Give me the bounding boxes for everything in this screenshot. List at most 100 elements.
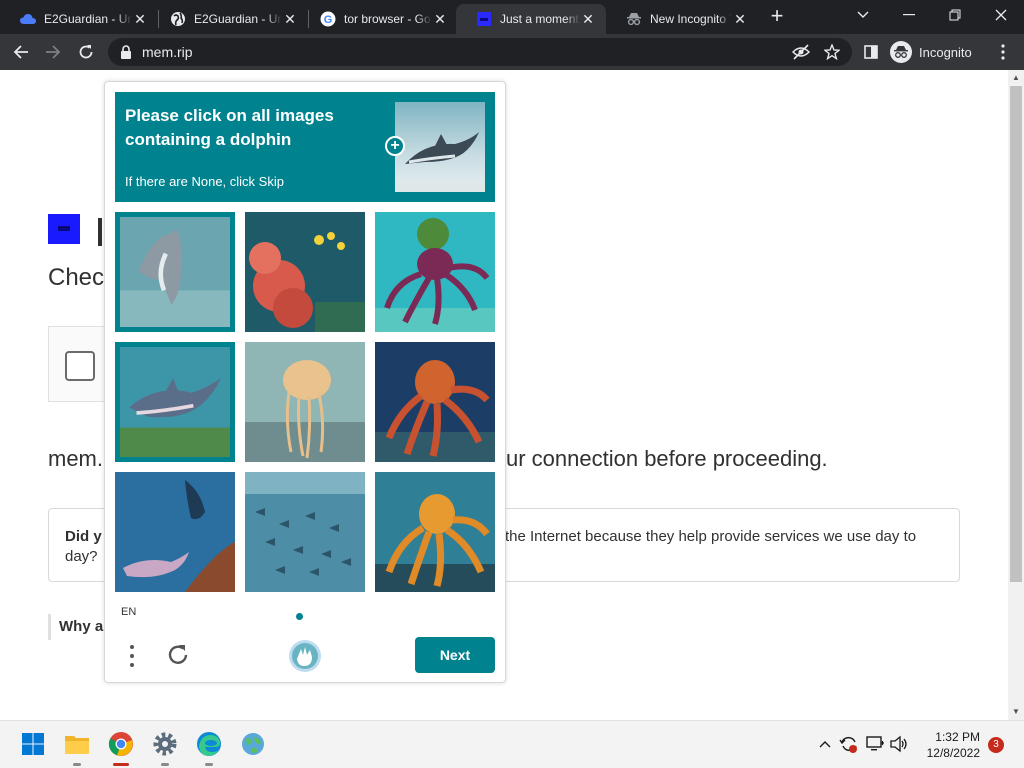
close-icon [995, 9, 1007, 21]
heading-fragment [98, 218, 102, 246]
network-app-button[interactable] [238, 729, 268, 759]
reload-button[interactable] [73, 39, 99, 65]
side-panel-button[interactable] [858, 39, 884, 65]
kebab-menu-icon [1001, 44, 1005, 60]
volume-button[interactable] [888, 733, 910, 755]
show-hidden-icons-button[interactable] [814, 733, 836, 755]
incognito-icon [626, 11, 642, 27]
address-bar[interactable]: mem.rip [108, 38, 852, 66]
example-image[interactable] [395, 102, 485, 192]
jellyfish-image [245, 342, 365, 462]
page-text-left: mem. [48, 446, 103, 471]
edge-icon [197, 732, 221, 756]
image-grid [115, 212, 495, 592]
close-icon[interactable]: ✕ [432, 11, 448, 28]
info-text-left: day? [65, 548, 98, 565]
gear-icon [153, 732, 177, 756]
tab-tor-browser-google[interactable]: G tor browser - Go ✕ [300, 4, 458, 34]
tab-search-button[interactable] [840, 0, 886, 30]
close-icon[interactable]: ✕ [132, 11, 148, 28]
lock-icon [121, 45, 131, 59]
chrome-button[interactable] [106, 729, 136, 759]
url-text: mem.rip [142, 44, 193, 60]
restore-button[interactable] [932, 0, 978, 30]
expand-example-icon[interactable]: + [385, 136, 405, 156]
image-tile-coral-reef[interactable] [245, 212, 365, 332]
sync-status-button[interactable] [838, 733, 860, 755]
browser-toolbar: mem.rip Incognito [0, 34, 1024, 70]
file-explorer-button[interactable] [62, 729, 92, 759]
settings-button[interactable] [150, 729, 180, 759]
notification-badge[interactable]: 3 [988, 737, 1004, 753]
minimize-button[interactable] [886, 0, 932, 30]
scroll-thumb[interactable] [1010, 86, 1022, 582]
close-window-button[interactable] [978, 0, 1024, 30]
scroll-up-arrow[interactable]: ▲ [1008, 70, 1024, 86]
clock-date: 12/8/2022 [926, 746, 980, 760]
reload-icon [79, 45, 93, 59]
image-tile-jellyfish[interactable] [245, 342, 365, 462]
tab-e2guardian-1[interactable]: E2Guardian - Un ✕ [0, 4, 158, 34]
system-clock[interactable]: 1:32 PM 12/8/2022 [910, 729, 980, 761]
info-text-right: the Internet because they help provide s… [505, 528, 917, 545]
image-tile-fish-school[interactable] [245, 472, 365, 592]
tab-e2guardian-2[interactable]: E2Guardian - Un ✕ [150, 4, 308, 34]
tab-just-a-moment[interactable]: Just a moment... ✕ [456, 4, 606, 34]
challenge-prompt: Please click on all images containing a … [115, 92, 495, 202]
arrow-left-icon [13, 45, 28, 59]
browser-menu-button[interactable] [990, 39, 1016, 65]
image-tile-octopus[interactable] [375, 212, 495, 332]
network-status-button[interactable] [864, 733, 886, 755]
page-text-right: ur connection before proceeding. [506, 446, 828, 471]
site-logo [48, 214, 80, 244]
globe-icon [242, 733, 264, 755]
image-tile-octopus[interactable] [375, 472, 495, 592]
chrome-icon [108, 732, 133, 756]
eye-off-icon[interactable] [792, 44, 810, 60]
minimize-icon [903, 14, 915, 16]
dolphin-example-image [395, 132, 485, 192]
kebab-menu-icon[interactable] [127, 644, 137, 668]
hcaptcha-logo-icon[interactable] [288, 639, 322, 673]
speaker-icon [890, 735, 907, 753]
image-tile-dolphin[interactable] [115, 212, 235, 332]
google-icon: G [320, 11, 336, 27]
profile-label: Incognito [919, 44, 972, 60]
challenge-title: Please click on all images containing a … [125, 106, 334, 149]
image-tile-dolphin[interactable] [115, 472, 235, 592]
chevron-down-icon [857, 11, 869, 18]
octopus-image [375, 472, 495, 592]
close-icon[interactable]: ✕ [732, 11, 748, 28]
arrow-right-icon [46, 45, 61, 59]
star-icon[interactable] [824, 44, 840, 60]
challenge-page-indicator [296, 613, 303, 620]
hcaptcha-challenge: Please click on all images containing a … [104, 81, 506, 683]
windows-icon [22, 733, 44, 755]
dolphin-image [120, 217, 230, 327]
scroll-down-arrow[interactable]: ▼ [1008, 704, 1024, 720]
sync-icon [839, 736, 857, 753]
edge-button[interactable] [194, 729, 224, 759]
forward-button[interactable] [40, 39, 66, 65]
language-selector[interactable]: EN [121, 606, 136, 618]
why-section[interactable]: Why a [48, 614, 103, 640]
incognito-icon [890, 41, 912, 63]
new-tab-button[interactable]: + [766, 5, 788, 28]
verify-checkbox[interactable] [65, 351, 95, 381]
start-button[interactable] [18, 729, 48, 759]
image-tile-dolphin[interactable] [115, 342, 235, 462]
back-button[interactable] [8, 39, 34, 65]
next-button[interactable]: Next [415, 637, 495, 673]
monitor-network-icon [866, 736, 884, 751]
refresh-icon[interactable] [165, 642, 191, 668]
chevron-up-icon [819, 741, 831, 748]
globe-icon [170, 11, 186, 27]
image-tile-octopus[interactable] [375, 342, 495, 462]
windows-taskbar: 1:32 PM 12/8/2022 3 [0, 720, 1024, 768]
svg-text:G: G [324, 14, 333, 26]
close-icon[interactable]: ✕ [282, 11, 298, 28]
tab-new-incognito[interactable]: New Incognito T ✕ [606, 4, 758, 34]
incognito-profile-button[interactable]: Incognito [890, 39, 972, 65]
info-question: Did y [65, 528, 102, 545]
close-icon[interactable]: ✕ [580, 11, 596, 28]
